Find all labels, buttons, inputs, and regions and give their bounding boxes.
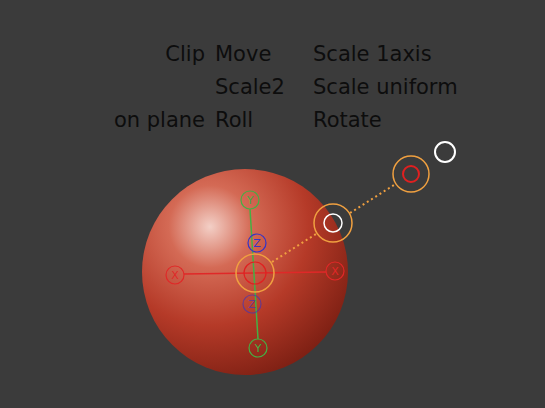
z-axis[interactable]: ZZ [243, 234, 266, 313]
legend-label: Scale 1axis [313, 38, 545, 71]
gizmo-legend: Clip Move Scale 1axis Scale2 Scale uniform on… [0, 0, 545, 137]
gizmo-canvas[interactable]: XXYYZZ [0, 0, 545, 408]
svg-text:Y: Y [246, 194, 254, 207]
svg-text:Y: Y [254, 342, 262, 355]
end-handle[interactable] [393, 156, 429, 192]
y-axis[interactable]: YY [241, 191, 267, 357]
dotted-line [350, 185, 394, 213]
svg-text:Z: Z [253, 237, 261, 250]
sphere[interactable] [142, 169, 348, 375]
legend-label: Scale uniform [313, 71, 545, 104]
center-handle[interactable] [236, 254, 274, 292]
legend-label: Roll [215, 104, 303, 137]
legend-label: Scale2 [215, 71, 303, 104]
svg-text:Z: Z [248, 298, 256, 311]
dotted-line [272, 234, 316, 262]
viewport: XXYYZZ ClipMoveScale 1axisScale2Scale un… [0, 0, 545, 408]
free-handle[interactable] [435, 142, 455, 162]
legend-label: Rotate [313, 104, 545, 137]
legend-label: Clip [0, 38, 205, 71]
legend-label: Move [215, 38, 303, 71]
legend-label [0, 71, 205, 104]
svg-text:X: X [171, 269, 179, 282]
scale-handle[interactable] [314, 204, 352, 242]
svg-text:X: X [331, 265, 339, 278]
legend-label: on plane [0, 104, 205, 137]
